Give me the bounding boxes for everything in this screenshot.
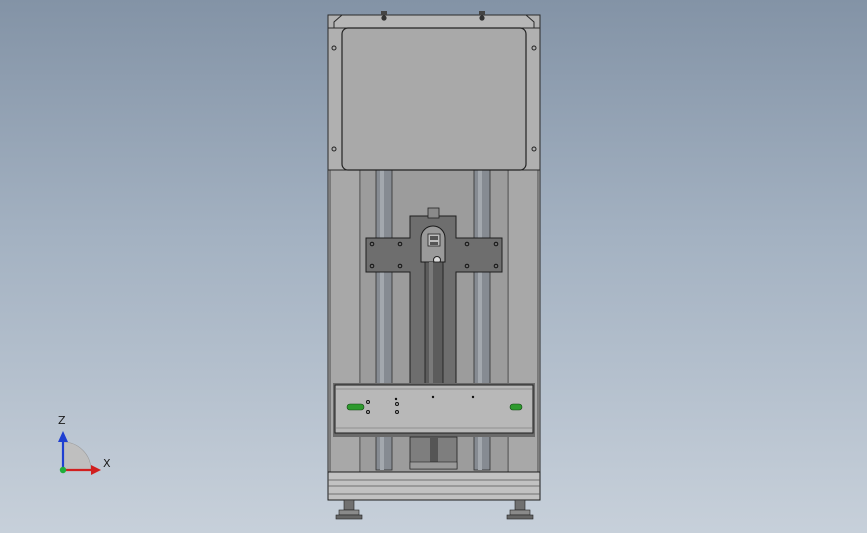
z-axis-arrow-icon	[58, 431, 68, 442]
x-axis-label: X	[103, 457, 111, 470]
graphics-viewport[interactable]: Z X	[0, 0, 867, 533]
triad-quadrant	[62, 441, 92, 471]
x-axis-arrow-icon	[91, 465, 101, 475]
z-axis-label: Z	[58, 414, 66, 427]
y-axis-origin-icon	[59, 466, 67, 474]
coordinate-triad	[58, 431, 101, 475]
